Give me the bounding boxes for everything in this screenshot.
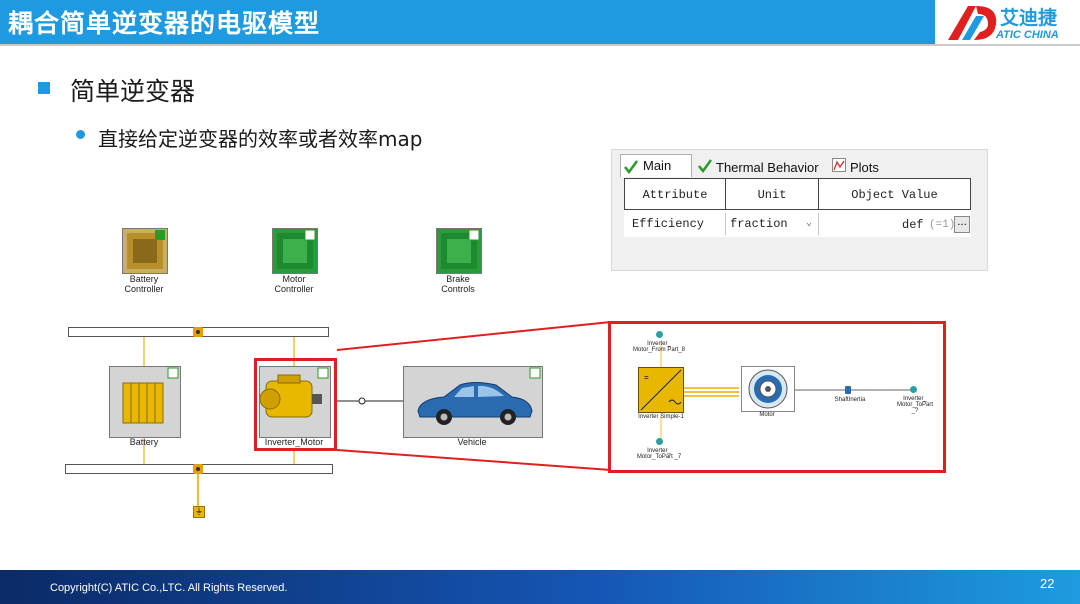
plot-icon bbox=[832, 158, 846, 172]
shaft-inertia-icon bbox=[845, 386, 851, 394]
inverter-icon: = bbox=[640, 369, 682, 411]
check-icon bbox=[698, 159, 712, 173]
browse-button[interactable]: ... bbox=[954, 216, 970, 233]
list-bullet-icon bbox=[76, 130, 85, 139]
battery-controller-label: Battery Controller bbox=[124, 274, 164, 294]
browse-label: ... bbox=[957, 217, 967, 228]
motor-controller-icon bbox=[277, 229, 316, 269]
chevron-down-icon: ⌄ bbox=[805, 218, 812, 229]
row-attribute: Efficiency bbox=[624, 213, 726, 235]
battery-controller-block[interactable] bbox=[122, 228, 168, 274]
battery-icon bbox=[122, 367, 179, 424]
shaft-inertia-label: ShaftInertia bbox=[834, 397, 866, 403]
logo-text-cn: 艾迪捷 bbox=[1000, 7, 1058, 29]
battery-controller-icon bbox=[127, 230, 165, 269]
battery-label: Battery bbox=[129, 437, 159, 447]
object-value: def bbox=[902, 218, 924, 232]
brake-controls-block[interactable] bbox=[436, 228, 482, 274]
motor-detail-block[interactable] bbox=[741, 366, 795, 412]
motor-controller-label: Motor Controller bbox=[274, 274, 314, 294]
tab-thermal-behavior[interactable]: Thermal Behavior bbox=[696, 154, 826, 176]
copyright-text: Copyright(C) ATIC Co.,LTC. All Rights Re… bbox=[50, 582, 288, 594]
ground-icon: ⏚ bbox=[193, 506, 205, 518]
object-value-field[interactable]: def (=1) bbox=[818, 213, 971, 235]
connector-in-bottom-icon bbox=[656, 438, 663, 445]
tab-plots[interactable]: Plots bbox=[830, 154, 900, 176]
tab-main[interactable]: Main bbox=[620, 154, 692, 177]
in-bottom-label: Inverter_ Motor_ToPart _7 bbox=[636, 448, 682, 460]
property-panel: Main Thermal Behavior Plots Attribute Un… bbox=[611, 149, 988, 271]
slide-title: 耦合简单逆变器的电驱模型 bbox=[8, 9, 321, 38]
object-value-hint: (=1) bbox=[929, 219, 956, 231]
brake-controls-label: Brake Controls bbox=[441, 274, 475, 294]
header-divider bbox=[0, 44, 1080, 46]
inverter-simple-label: Inverter Simple-1 bbox=[638, 414, 684, 420]
column-header-object-value: Object Value bbox=[818, 178, 971, 210]
connector-out-icon bbox=[910, 386, 917, 393]
inverter-simple-block[interactable]: = bbox=[638, 367, 684, 413]
column-header-attribute: Attribute bbox=[624, 178, 726, 210]
column-header-unit: Unit bbox=[725, 178, 819, 210]
page-number: 22 bbox=[1040, 576, 1055, 591]
section-heading: 简单逆变器 bbox=[70, 77, 196, 106]
tab-plots-label: Plots bbox=[850, 160, 879, 175]
attribute-table: Attribute Unit Object Value Efficiency f… bbox=[624, 178, 971, 237]
tab-main-label: Main bbox=[643, 158, 672, 173]
heading-bullet-icon bbox=[38, 82, 50, 94]
motor-controller-block[interactable] bbox=[272, 228, 318, 274]
vehicle-label: Vehicle bbox=[457, 437, 487, 447]
brake-controls-icon bbox=[441, 229, 480, 269]
unit-value: fraction bbox=[730, 217, 788, 231]
bus-node-icon bbox=[193, 327, 203, 337]
atic-logo-icon bbox=[948, 6, 997, 40]
svg-text:=: = bbox=[644, 373, 649, 382]
battery-block[interactable] bbox=[109, 366, 181, 438]
motor-detail-label: Motor bbox=[759, 412, 775, 418]
bus-node-icon bbox=[193, 464, 203, 474]
tab-thermal-label: Thermal Behavior bbox=[716, 160, 819, 175]
stator-icon bbox=[748, 369, 788, 409]
in-top-label: Inverter_ Motor_From Part_8 bbox=[632, 341, 686, 353]
vehicle-block[interactable] bbox=[403, 366, 543, 438]
check-icon bbox=[624, 160, 638, 174]
bullet-text: 直接给定逆变器的效率或者效率map bbox=[98, 127, 423, 151]
inverter-motor-highlight bbox=[254, 358, 337, 451]
car-icon bbox=[417, 367, 541, 425]
unit-dropdown[interactable]: fraction ⌄ bbox=[725, 213, 819, 235]
detail-view-frame: Inverter_ Motor_From Part_8 = Inverter S… bbox=[608, 321, 946, 473]
logo-text-en: ATIC CHINA bbox=[996, 29, 1059, 41]
out-label: Inverter_ Motor_ToPart _? bbox=[896, 396, 933, 414]
connector-in-top-icon bbox=[656, 331, 663, 338]
